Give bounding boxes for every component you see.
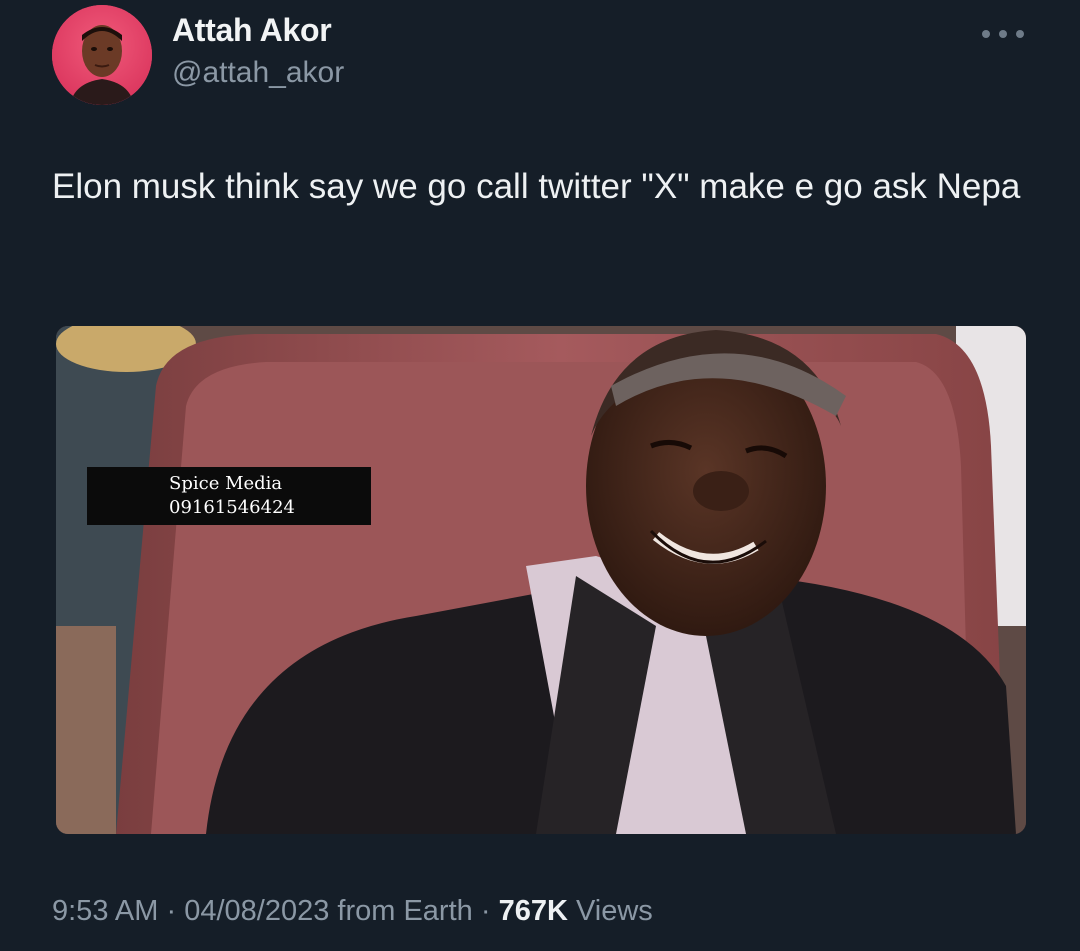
tweet-card: Attah Akor @attah_akor Elon musk think s… (0, 0, 1080, 951)
dot (982, 30, 990, 38)
tweet-source: from Earth (337, 895, 473, 927)
meta-separator: · (158, 895, 185, 927)
avatar-image (52, 5, 152, 105)
author-handle[interactable]: @attah_akor (172, 56, 344, 90)
author-display-name[interactable]: Attah Akor (172, 12, 332, 49)
tweet-media-image[interactable] (56, 326, 1026, 834)
tweet-date[interactable]: 04/08/2023 (184, 895, 329, 927)
media-photo (56, 326, 1026, 834)
media-watermark: Spice Media 09161546424 (87, 467, 371, 525)
meta-separator: · (472, 895, 499, 927)
dot (1016, 30, 1024, 38)
watermark-name: Spice Media (169, 473, 283, 494)
views-label: Views (575, 895, 653, 927)
dot (999, 30, 1007, 38)
tweet-time[interactable]: 9:53 AM (52, 895, 158, 927)
tweet-meta: 9:53 AM · 04/08/2023 from Earth · 767K V… (52, 895, 653, 928)
more-options-icon[interactable] (982, 24, 1024, 44)
tweet-text: Elon musk think say we go call twitter "… (52, 167, 1021, 206)
views-count[interactable]: 767K (499, 895, 568, 927)
author-avatar[interactable] (52, 5, 152, 105)
watermark-phone: 09161546424 (169, 497, 295, 518)
